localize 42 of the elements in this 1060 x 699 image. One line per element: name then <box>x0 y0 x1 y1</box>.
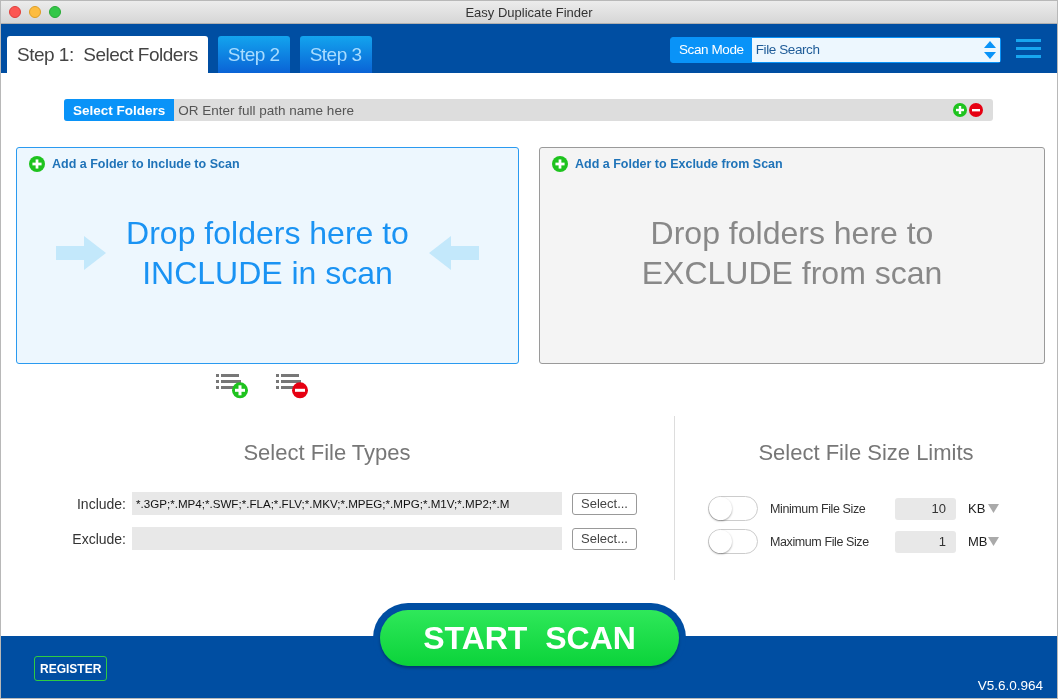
scan-mode-select[interactable]: Scan Mode File Search <box>670 36 1001 63</box>
panel-header[interactable]: Add a Folder to Exclude from Scan <box>575 157 783 171</box>
add-icon[interactable] <box>29 156 45 172</box>
add-icon[interactable] <box>953 103 967 117</box>
exclude-drop-zone[interactable]: Add a Folder to Exclude from Scan Drop folders here to EXCLUDE from scan <box>539 147 1045 364</box>
stepper-icon <box>984 40 996 59</box>
field-label: Include: <box>75 495 126 512</box>
field-label: Maximum File Size <box>769 534 870 549</box>
remove-icon[interactable] <box>969 103 983 117</box>
size-field[interactable]: 1 <box>895 530 956 553</box>
close-button[interactable] <box>9 6 21 18</box>
select-button[interactable]: Select... <box>572 527 637 550</box>
register-button[interactable]: REGISTER <box>34 656 108 681</box>
drop-hint: Drop folders here to <box>649 213 935 253</box>
path-field[interactable]: Select Folders OR Enter full path name here <box>64 99 993 121</box>
size-field[interactable]: 10 <box>895 497 956 520</box>
minimize-button[interactable] <box>29 6 41 18</box>
dropdown-icon[interactable] <box>988 504 999 513</box>
unit-label[interactable]: KB <box>956 501 984 516</box>
right-arrow-icon <box>56 235 107 270</box>
field-label: Minimum File Size <box>769 501 867 516</box>
toggle-switch[interactable] <box>708 529 758 554</box>
add-icon[interactable] <box>552 156 568 172</box>
panel-header[interactable]: Add a Folder to Include to Scan <box>52 157 240 171</box>
version-label: V5.6.0.964 <box>977 678 1043 693</box>
left-arrow-icon <box>428 235 479 270</box>
drop-hint: INCLUDE in scan <box>141 253 394 293</box>
select-button[interactable]: Select... <box>572 492 637 515</box>
field-label: Exclude: <box>71 530 126 547</box>
menu-icon[interactable] <box>1016 38 1041 59</box>
drop-hint: EXCLUDE from scan <box>641 253 943 293</box>
include-drop-zone[interactable]: Add a Folder to Include to Scan Drop folders here to INCLUDE in scan <box>16 147 519 364</box>
step-tab[interactable]: Step 1: Select Folders <box>7 36 208 73</box>
toggle-switch[interactable] <box>708 496 758 521</box>
zoom-button[interactable] <box>49 6 61 18</box>
section-title: Select File Size Limits <box>757 440 975 466</box>
drop-hint: Drop folders here to <box>126 213 409 253</box>
window-title: Easy Duplicate Finder <box>465 4 593 20</box>
section-title: Select File Types <box>242 440 412 466</box>
dropdown-icon[interactable] <box>988 537 999 546</box>
file-types-field[interactable]: *.3GP;*.MP4;*.SWF;*.FLA;*.FLV;*.MKV;*.MPEG;*.MPG;*.M1V;*.MP2;*.M <box>132 492 562 515</box>
scan-mode-label: Scan Mode <box>678 41 745 59</box>
